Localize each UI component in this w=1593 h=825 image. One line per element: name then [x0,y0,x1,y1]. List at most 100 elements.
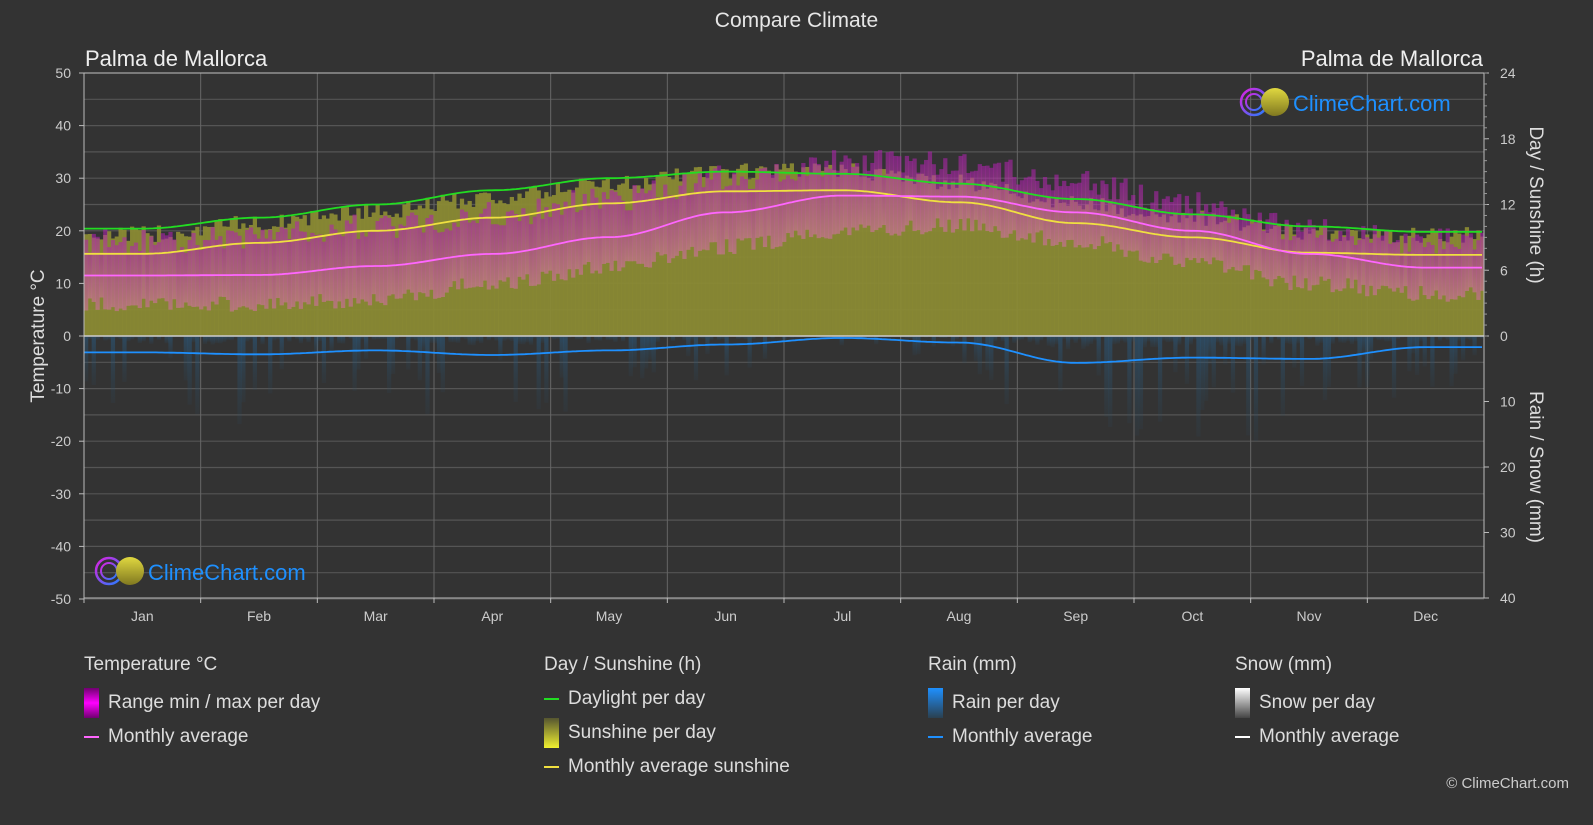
temperature-range-bar [858,174,864,225]
rain-bar [563,336,568,412]
legend-label: Rain per day [952,692,1060,713]
temperature-range-bar [1403,233,1408,287]
legend-item: Monthly average [1235,726,1399,748]
temperature-range-bar [1307,219,1312,291]
temperature-range-bar [402,225,407,294]
temperature-range-bar [1177,194,1182,264]
rain-bar [1184,336,1190,384]
rain-bar [874,336,879,345]
rain-bar [1200,336,1205,410]
rain-bar [440,336,445,393]
temperature-range-bar [245,229,250,308]
logo-ring-inner-icon [1245,93,1263,111]
rain-bar [950,336,956,347]
temperature-range-bar [1035,180,1040,233]
y-tick-label-right-bottom: 30 [1500,525,1516,541]
temperature-range-bar [1023,177,1028,240]
temperature-range-bar [260,229,265,306]
legend-group-temperature: Temperature °C Range min / max per day M… [84,654,320,748]
temperature-range-bar [1062,180,1067,247]
temperature-range-bar [383,215,388,306]
temperature-range-bar [824,160,829,239]
temperature-range-bar [367,230,373,306]
copyright[interactable]: © ClimeChart.com [1446,775,1569,792]
temperature-range-bar [1119,182,1124,250]
x-tick-label-month: Oct [1181,608,1203,624]
temperature-range-bar [908,161,913,221]
temperature-range-bar [1046,184,1051,239]
rain-bar [1219,336,1224,346]
rain-bar [640,336,645,379]
temperature-range-bar [199,250,204,310]
rain-bar [1338,336,1343,343]
sunshine-swatch-icon [544,718,559,748]
rain-bar [1165,336,1170,343]
x-tick-label-month: Aug [947,608,972,624]
temperature-range-bar [433,229,438,299]
temperature-range-bar [110,240,116,308]
rain-bar [1096,336,1101,376]
temperature-range-bar [536,198,541,285]
rain-bar [137,336,142,344]
temperature-range-bar [1418,236,1424,287]
temperature-range-bar [1380,235,1385,286]
temperature-range-bar [663,184,668,255]
rain-bar [1296,336,1301,344]
temperature-range-bar [448,230,453,287]
temperature-range-bar [298,231,304,309]
temperature-range-bar [943,158,948,232]
temperature-range-bar [1338,231,1343,292]
rain-bar [1223,336,1228,365]
rain-bar [1027,336,1032,343]
temperature-range-bar [544,207,549,274]
temperature-range-bar [1296,222,1301,288]
temperature-range-bar [145,253,150,308]
temperature-range-bar [302,231,307,303]
temperature-range-bar [1445,228,1450,302]
rain-bar [1315,336,1320,346]
temperature-range-bar [95,236,100,310]
climechart-logo-top[interactable]: ClimeChart.com [1239,87,1451,117]
temperature-range-bar [1173,197,1178,265]
rain-bar [1142,336,1147,348]
temperature-range-bar [241,248,246,307]
temperature-range-bar [340,236,346,308]
rain-bar [448,336,453,343]
rain-bar [724,336,729,376]
climechart-logo-bottom[interactable]: ClimeChart.com [94,556,306,586]
temperature-range-bar [126,253,131,306]
temperature-range-bar [655,197,660,253]
temperature-range-bar [103,229,108,310]
temperature-range-bar [578,210,584,275]
rain-bar [1322,336,1328,401]
rain-bar [1422,336,1427,367]
legend-item: Snow per day [1235,688,1399,718]
temperature-range-bar [1088,190,1094,245]
temperature-range-bar [831,150,837,235]
temperature-range-bar [693,183,699,257]
temperature-range-bar [670,195,676,259]
temperature-range-bar [317,234,323,295]
rain-bar [628,336,633,377]
temperature-range-bar [993,163,998,227]
rain-bar [1046,336,1051,346]
rain-bar [84,336,89,382]
temperature-range-bar [912,158,917,232]
y-tick-label-left: -30 [51,486,71,502]
temperature-range-bar [766,172,771,236]
rain-bar [237,336,242,425]
temperature-range-bar [1342,236,1347,289]
temperature-range-bar [1096,194,1101,246]
temperature-range-bar [1441,249,1447,296]
temperature-range-bar [1092,183,1098,250]
y-tick-label-right-top: 18 [1500,131,1516,147]
rain-bar [1081,336,1086,349]
temperature-range-bar [421,232,426,294]
temperature-range-bar [1146,209,1151,263]
rain-bar [210,336,215,345]
temperature-range-bar [141,230,146,299]
temperature-range-bar [1200,211,1205,259]
temperature-range-bar [410,212,415,293]
rain-bar [644,336,649,369]
legend-label: Daylight per day [568,688,706,709]
